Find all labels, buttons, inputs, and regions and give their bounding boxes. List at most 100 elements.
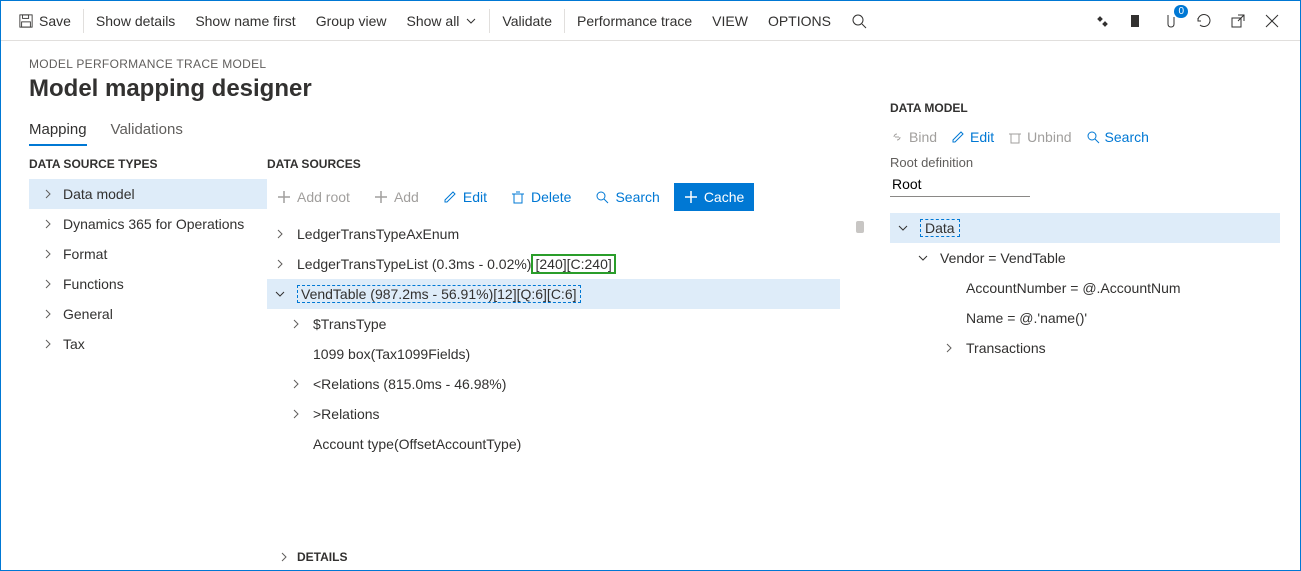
add-button[interactable]: Add <box>364 183 429 211</box>
pencil-icon <box>951 130 965 144</box>
scrollbar-thumb[interactable] <box>856 221 864 233</box>
ds-relations-out[interactable]: >Relations <box>267 399 840 429</box>
caret-right-icon <box>275 229 285 239</box>
data-sources-panel: DATA SOURCES Add root Add Edit Delete Se… <box>267 157 870 570</box>
dm-name[interactable]: Name = @.'name()' <box>890 303 1280 333</box>
root-def-input[interactable] <box>890 172 1030 197</box>
notifications-button[interactable]: 0 <box>1160 11 1180 31</box>
details-expander[interactable]: DETAILS <box>279 550 870 564</box>
caret-right-icon <box>43 249 53 259</box>
search-icon <box>595 190 609 204</box>
save-button[interactable]: Save <box>9 1 81 41</box>
plus-icon <box>684 190 698 204</box>
dm-transactions[interactable]: Transactions <box>890 333 1280 363</box>
caret-right-icon <box>43 339 53 349</box>
data-sources-tree: LedgerTransTypeAxEnum LedgerTransTypeLis… <box>267 219 870 459</box>
notification-badge: 0 <box>1174 5 1188 18</box>
caret-right-icon <box>43 189 53 199</box>
tab-validations[interactable]: Validations <box>111 121 183 146</box>
breadcrumb: MODEL PERFORMANCE TRACE MODEL <box>29 57 870 71</box>
bind-button[interactable]: Bind <box>890 129 937 145</box>
cache-button[interactable]: Cache <box>674 183 754 211</box>
edit-model-button[interactable]: Edit <box>951 129 994 145</box>
search-model-button[interactable]: Search <box>1086 129 1149 145</box>
save-icon <box>19 14 33 28</box>
options-button[interactable]: OPTIONS <box>758 1 841 41</box>
root-def-label: Root definition <box>890 155 1280 170</box>
add-root-button[interactable]: Add root <box>267 183 360 211</box>
datamodel-toolbar: Bind Edit Unbind Search <box>890 129 1280 145</box>
diamond-icon <box>1094 13 1110 29</box>
search-button[interactable]: Search <box>585 183 669 211</box>
type-tax[interactable]: Tax <box>29 329 267 359</box>
unbind-button[interactable]: Unbind <box>1008 129 1071 145</box>
dm-account-number[interactable]: AccountNumber = @.AccountNum <box>890 273 1280 303</box>
caret-down-icon <box>918 253 928 263</box>
divider <box>564 9 565 33</box>
caret-right-icon <box>43 279 53 289</box>
refresh-button[interactable] <box>1194 11 1214 31</box>
topbar-right: 0 <box>1092 11 1292 31</box>
dm-vendor[interactable]: Vendor = VendTable <box>890 243 1280 273</box>
link-icon <box>890 130 904 144</box>
close-button[interactable] <box>1262 11 1282 31</box>
caret-right-icon <box>291 409 301 419</box>
caret-right-icon <box>43 309 53 319</box>
plus-icon <box>277 190 291 204</box>
caret-down-icon <box>898 223 908 233</box>
type-format[interactable]: Format <box>29 239 267 269</box>
ds-transtype[interactable]: $TransType <box>267 309 840 339</box>
save-label: Save <box>39 13 71 29</box>
plus-icon <box>374 190 388 204</box>
connect-icon[interactable] <box>1092 11 1112 31</box>
divider <box>83 9 84 33</box>
caret-right-icon <box>43 219 53 229</box>
divider <box>489 9 490 33</box>
refresh-icon <box>1196 13 1212 29</box>
ds-account-type[interactable]: Account type(OffsetAccountType) <box>267 429 840 459</box>
caret-right-icon <box>944 343 954 353</box>
data-model-tree: Data Vendor = VendTable AccountNumber = … <box>890 213 1280 363</box>
type-d365fo[interactable]: Dynamics 365 for Operations <box>29 209 267 239</box>
group-view-button[interactable]: Group view <box>306 1 397 41</box>
ds-relations-in[interactable]: <Relations (815.0ms - 46.98%) <box>267 369 840 399</box>
ds-ledgertranstypeaxenum[interactable]: LedgerTransTypeAxEnum <box>267 219 840 249</box>
caret-down-icon <box>275 289 285 299</box>
search-icon <box>1086 130 1100 144</box>
search-button[interactable] <box>841 1 877 41</box>
tabs: Mapping Validations <box>29 121 870 147</box>
show-name-first-button[interactable]: Show name first <box>185 1 305 41</box>
content-area: MODEL PERFORMANCE TRACE MODEL Model mapp… <box>1 41 1300 570</box>
types-title: DATA SOURCE TYPES <box>29 157 267 171</box>
columns: DATA SOURCE TYPES Data model Dynamics 36… <box>29 157 870 570</box>
sources-title: DATA SOURCES <box>267 157 870 171</box>
view-button[interactable]: VIEW <box>702 1 758 41</box>
caret-right-icon <box>291 319 301 329</box>
validate-button[interactable]: Validate <box>492 1 562 41</box>
ds-1099box[interactable]: 1099 box(Tax1099Fields) <box>267 339 840 369</box>
selected-label: VendTable (987.2ms - 56.91%)[12][Q:6][C:… <box>297 285 581 303</box>
caret-right-icon <box>291 379 301 389</box>
sources-toolbar: Add root Add Edit Delete Search Cache <box>267 183 870 211</box>
type-data-model[interactable]: Data model <box>29 179 267 209</box>
office-icon[interactable] <box>1126 11 1146 31</box>
ds-vendtable[interactable]: VendTable (987.2ms - 56.91%)[12][Q:6][C:… <box>267 279 840 309</box>
trash-icon <box>511 190 525 204</box>
show-details-button[interactable]: Show details <box>86 1 185 41</box>
type-functions[interactable]: Functions <box>29 269 267 299</box>
popout-icon <box>1230 13 1246 29</box>
show-all-dropdown[interactable]: Show all <box>397 1 488 41</box>
datamodel-title: DATA MODEL <box>890 101 1280 115</box>
dm-data[interactable]: Data <box>890 213 1280 243</box>
performance-trace-button[interactable]: Performance trace <box>567 1 702 41</box>
popout-button[interactable] <box>1228 11 1248 31</box>
tab-mapping[interactable]: Mapping <box>29 121 87 146</box>
page-title: Model mapping designer <box>29 75 870 103</box>
top-command-bar: Save Show details Show name first Group … <box>1 1 1300 41</box>
office-logo-icon <box>1128 13 1144 29</box>
pencil-icon <box>443 190 457 204</box>
edit-button[interactable]: Edit <box>433 183 497 211</box>
delete-button[interactable]: Delete <box>501 183 581 211</box>
type-general[interactable]: General <box>29 299 267 329</box>
ds-ledgertranstypelist[interactable]: LedgerTransTypeList (0.3ms - 0.02%)[240]… <box>267 249 840 279</box>
